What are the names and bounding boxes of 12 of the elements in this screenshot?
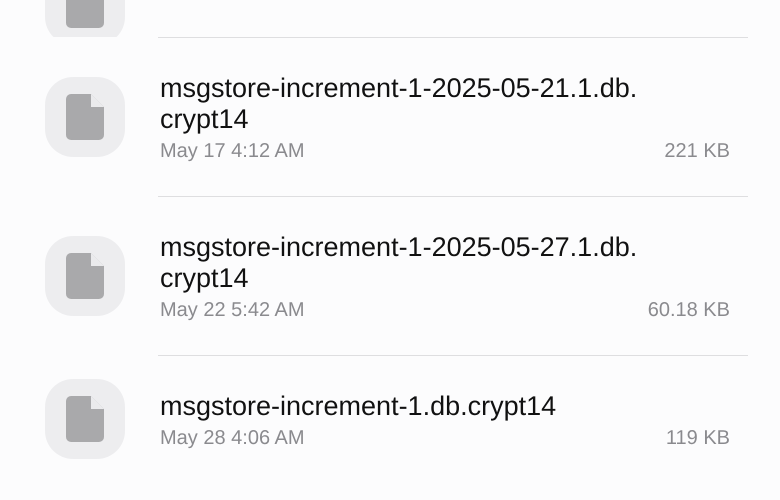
file-icon <box>45 76 125 156</box>
file-size: 60.18 KB <box>648 298 730 322</box>
file-date: May 28 4:06 AM <box>160 426 305 450</box>
file-name[interactable]: msgstore-increment-1-2025-05-21.1.db. crypt14 <box>160 73 730 135</box>
file-date: May 22 5:42 AM <box>160 298 305 322</box>
file-name[interactable]: msgstore-increment-1-2025-05-27.1.db. crypt14 <box>160 232 730 294</box>
file-date: May 17 4:12 AM <box>160 139 305 163</box>
file-icon <box>45 236 125 316</box>
file-icon <box>45 379 125 459</box>
file-size: 119 KB <box>666 426 730 450</box>
file-name[interactable]: msgstore-increment-1.db.crypt14 <box>160 391 730 422</box>
file-size: 221 KB <box>664 139 730 163</box>
